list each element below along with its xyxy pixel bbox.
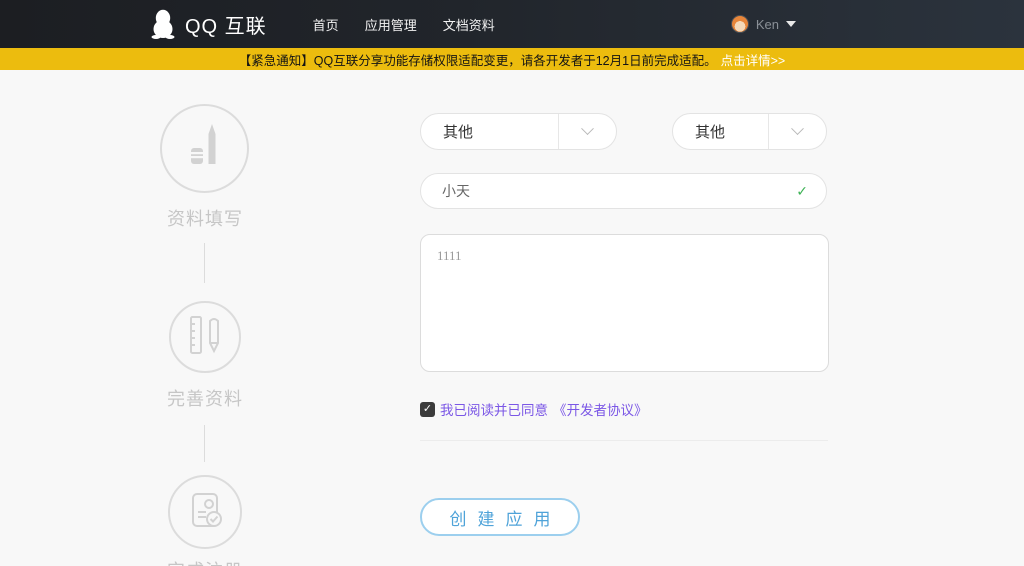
create-app-button[interactable]: 创建应用 xyxy=(420,498,580,536)
notice-text: 【紧急通知】QQ互联分享功能存储权限适配变更，请各开发者于12月1日前完成适配。 xyxy=(238,53,717,68)
nav-item-home[interactable]: 首页 xyxy=(313,15,339,34)
nav-item-app-management[interactable]: 应用管理 xyxy=(365,15,417,34)
user-menu[interactable]: Ken xyxy=(730,15,796,33)
step-label-finish-register: 完成注册 xyxy=(0,557,410,566)
chevron-down-icon xyxy=(581,122,594,136)
nav-menu: 首页 应用管理 文档资料 xyxy=(313,15,495,34)
step-circle-complete-info xyxy=(169,301,241,373)
app-type-value: 其他 xyxy=(443,124,474,141)
logo-text: QQ 互联 xyxy=(185,15,267,38)
app-description-textarea[interactable]: 1111 xyxy=(420,234,829,372)
qq-penguin-icon xyxy=(150,9,176,39)
step-connector xyxy=(204,243,205,283)
agreement-checkbox[interactable]: ✓ xyxy=(420,401,435,417)
user-name: Ken xyxy=(755,16,779,32)
agreement-row: ✓ 我已阅读并已同意 《开发者协议》 xyxy=(420,399,828,419)
select-arrow-box[interactable] xyxy=(558,114,616,149)
form-divider xyxy=(420,440,828,441)
category-select-row: 其他 其他 xyxy=(420,113,828,150)
ruler-pen-icon xyxy=(185,313,225,362)
agreement-text: 我已阅读并已同意 xyxy=(440,403,548,418)
app-type-select[interactable]: 其他 xyxy=(420,113,617,150)
valid-check-icon: ✓ xyxy=(796,182,808,199)
step-circle-finish-register xyxy=(168,475,242,549)
chevron-down-icon xyxy=(791,122,804,136)
app-subtype-value: 其他 xyxy=(695,124,726,141)
urgent-notice-bar: 【紧急通知】QQ互联分享功能存储权限适配变更，请各开发者于12月1日前完成适配。… xyxy=(0,48,1024,70)
app-name-field: ✓ xyxy=(420,173,827,209)
create-app-form: 其他 其他 ✓ 1111 ✓ 我已阅读并已同意 《开发者协议》 创建应用 xyxy=(420,113,829,536)
qq-connect-logo[interactable]: QQ 互联 xyxy=(150,9,267,39)
document-check-icon xyxy=(184,489,226,536)
top-navbar: QQ 互联 首页 应用管理 文档资料 Ken xyxy=(0,0,1024,48)
page-content: 资料填写 完善资料 其他 其他 小天 ✓ 1111 ✓ 我已阅读并已同意 《开发… xyxy=(0,70,1024,566)
chevron-down-icon xyxy=(786,21,796,27)
app-subtype-select[interactable]: 其他 xyxy=(672,113,827,150)
select-arrow-box[interactable] xyxy=(768,114,826,149)
user-avatar xyxy=(730,15,749,33)
notice-details-link[interactable]: 点击详情>> xyxy=(721,50,786,69)
step-label-complete-info: 完善资料 xyxy=(167,389,243,409)
step-label-fill-info: 资料填写 xyxy=(167,209,243,229)
app-name-input[interactable] xyxy=(421,183,797,199)
developer-agreement-link[interactable]: 《开发者协议》 xyxy=(553,399,648,419)
pen-eraser-icon xyxy=(182,120,228,177)
step-circle-fill-info xyxy=(160,104,249,193)
step-connector xyxy=(204,425,205,462)
registration-steps: 资料填写 完善资料 xyxy=(0,70,410,566)
nav-item-docs[interactable]: 文档资料 xyxy=(443,15,495,34)
